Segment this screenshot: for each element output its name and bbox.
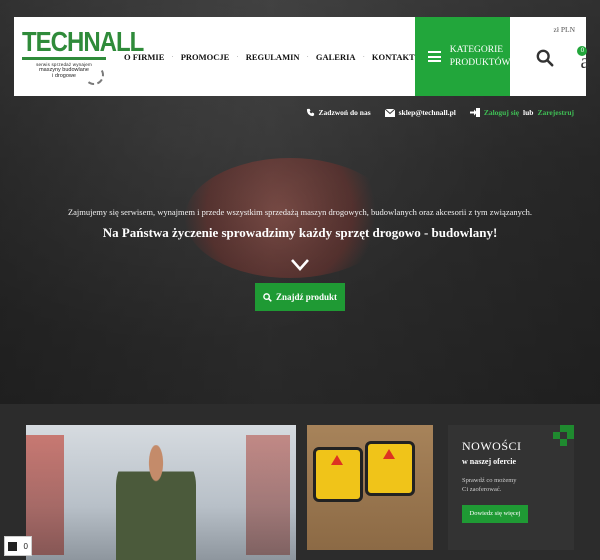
hero-title: Na Państwa życzenie sprowadzimy każdy sp… <box>102 225 498 240</box>
contact-account: Zaloguj się lub Zarejestruj <box>469 108 574 117</box>
login-icon <box>469 108 480 117</box>
contact-email[interactable]: sklep@technall.pl <box>384 108 456 117</box>
find-product-label: Znajdź produkt <box>275 292 338 302</box>
promo-section: NOWOŚCI w naszej ofercie Sprawdź co może… <box>0 404 600 560</box>
worker-image <box>116 445 196 560</box>
cart-icon <box>8 541 17 551</box>
cart-icon[interactable]: a <box>580 52 589 72</box>
categories-label-line2: PRODUKTÓW <box>449 57 511 68</box>
site-header: TECHNALL serwis sprzedaż wynajem maszyny… <box>14 17 589 96</box>
news-title: NOWOŚCI <box>462 439 522 453</box>
find-product-button[interactable]: Znajdź produkt <box>255 283 345 311</box>
news-card: NOWOŚCI w naszej ofercie Sprawdź co może… <box>448 425 574 550</box>
main-nav: O FIRMIE · PROMOCJE · REGULAMIN · GALERI… <box>116 17 415 96</box>
nav-separator: · <box>362 52 365 61</box>
decorative-squares <box>552 425 574 447</box>
contact-phone-label: Zadzwoń do nas <box>318 108 371 117</box>
login-or-text: lub <box>523 108 534 117</box>
phone-icon <box>306 108 314 117</box>
warning-icon <box>383 449 395 459</box>
categories-button[interactable]: KATEGORIE PRODUKTÓW <box>414 17 511 96</box>
logo-gear-mark <box>84 65 104 85</box>
contact-bar: Zadzwoń do nas sklep@technall.pl Zaloguj… <box>306 108 574 117</box>
logo-tagline-line1: maszyny budowlane <box>39 67 89 74</box>
warning-icon <box>331 455 343 465</box>
nav-separator: · <box>306 52 309 61</box>
header-tools: zł PLN 0 a <box>510 17 589 96</box>
contact-phone[interactable]: Zadzwoń do nas <box>306 108 371 117</box>
logo-tagline-line2: i drogowe <box>52 73 76 80</box>
login-link[interactable]: Zaloguj się <box>484 108 519 117</box>
floating-cart[interactable]: 0 <box>4 536 32 556</box>
nav-separator: · <box>171 52 174 61</box>
learn-more-button[interactable]: Dowiedz się więcej <box>462 504 528 523</box>
nav-item-promocje[interactable]: PROMOCJE <box>181 52 230 62</box>
register-link[interactable]: Zarejestruj <box>537 108 574 117</box>
nav-separator: · <box>236 52 239 61</box>
envelope-icon <box>384 108 395 117</box>
machine-image <box>246 435 290 555</box>
nav-item-kontakt[interactable]: KONTAKT <box>372 52 415 62</box>
categories-label-line1: KATEGORIE <box>449 45 504 56</box>
news-subtitle: w naszej ofercie <box>462 457 517 466</box>
hero-subtitle: Zajmujemy się serwisem, wynajmem i przed… <box>67 207 533 217</box>
search-icon[interactable] <box>536 49 554 67</box>
currency-selector[interactable]: zł PLN <box>554 25 575 34</box>
floating-cart-count: 0 <box>23 541 28 551</box>
news-text-line2: Ci zaoferować. <box>462 486 502 494</box>
news-text: Sprawdź co możemy Ci zaoferować. <box>462 476 560 495</box>
promo-card-machine-image[interactable] <box>307 425 433 550</box>
nav-item-regulamin[interactable]: REGULAMIN <box>246 52 300 62</box>
contact-email-label: sklep@technall.pl <box>398 108 456 117</box>
news-text-line1: Sprawdź co możemy <box>462 477 517 484</box>
promo-card-worker-image[interactable] <box>26 425 296 560</box>
hamburger-menu-icon <box>427 51 441 62</box>
categories-button-label: KATEGORIE PRODUKTÓW <box>450 44 511 69</box>
chevron-down-icon[interactable] <box>290 258 310 272</box>
logo[interactable]: TECHNALL serwis sprzedaż wynajem maszyny… <box>14 17 144 96</box>
logo-wordmark: TECHNALL <box>22 26 144 58</box>
nav-item-galeria[interactable]: GALERIA <box>316 52 356 62</box>
search-icon <box>263 292 272 302</box>
